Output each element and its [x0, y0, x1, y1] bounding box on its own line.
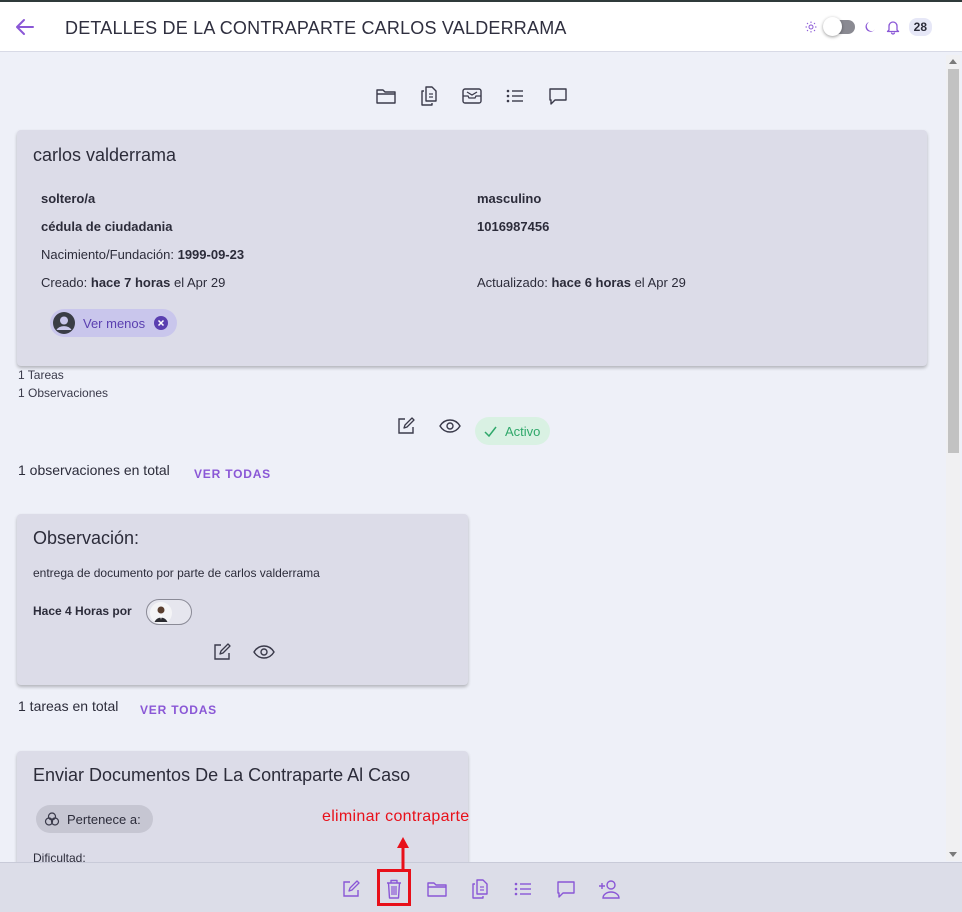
bottom-folder-icon[interactable]	[425, 877, 449, 901]
annotation-arrow-icon	[394, 834, 412, 870]
observation-body: entrega de documento por parte de carlos…	[33, 566, 320, 580]
birth-label: Nacimiento/Fundación:	[41, 247, 174, 262]
created-label: Creado:	[41, 275, 88, 290]
tasks-see-all-link[interactable]: VER TODAS	[140, 703, 217, 717]
scroll-down-arrow-icon[interactable]	[949, 852, 957, 857]
comment-icon[interactable]	[546, 84, 570, 108]
add-user-icon[interactable]	[597, 877, 621, 901]
status-badge: Activo	[475, 417, 551, 445]
counterpart-card: carlos valderrama soltero/a masculino cé…	[17, 130, 927, 366]
user-avatar-icon	[53, 312, 75, 334]
counterpart-name: carlos valderrama	[33, 145, 177, 165]
bottom-documents-icon[interactable]	[468, 877, 492, 901]
belongs-to-chip[interactable]: Pertenece a:	[36, 805, 153, 833]
theme-toggle-knob	[822, 17, 842, 36]
bottom-list-icon[interactable]	[511, 877, 535, 901]
observations-count: 1 Observaciones	[18, 386, 109, 400]
annotation-label: eliminar contraparte	[322, 808, 470, 825]
scroll-thumb[interactable]	[948, 69, 959, 453]
circles-icon	[44, 811, 60, 827]
theme-toggle[interactable]	[822, 17, 855, 36]
moon-icon	[863, 20, 877, 34]
tasks-count: 1 Tareas	[18, 368, 64, 382]
edit-icon[interactable]	[394, 414, 418, 438]
check-icon	[484, 426, 497, 437]
notification-count-badge[interactable]: 28	[908, 18, 932, 36]
folder-icon[interactable]	[374, 84, 398, 108]
created-info: Creado: hace 7 horas el Apr 29	[41, 275, 225, 290]
scroll-up-arrow-icon[interactable]	[949, 59, 957, 64]
observations-see-all-link[interactable]: VER TODAS	[194, 467, 271, 481]
belongs-to-label: Pertenece a:	[67, 811, 141, 827]
gender: masculino	[477, 191, 542, 206]
marital-status: soltero/a	[41, 191, 96, 206]
section-nav-icons	[374, 84, 570, 108]
created-date: el Apr 29	[174, 275, 226, 290]
observation-card: Observación: entrega de documento por pa…	[17, 514, 468, 685]
top-bar: DETALLES DE LA CONTRAPARTE CARLOS VALDER…	[0, 0, 962, 52]
observation-actions	[210, 640, 276, 664]
observation-meta: Hace 4 Horas por	[33, 604, 132, 618]
observation-edit-icon[interactable]	[210, 640, 234, 664]
updated-date: el Apr 29	[634, 275, 686, 290]
ver-menos-chip[interactable]: Ver menos	[50, 309, 178, 337]
birth-date: 1999-09-23	[177, 247, 245, 262]
close-circle-icon[interactable]	[154, 316, 169, 330]
eye-icon[interactable]	[438, 414, 462, 438]
task-title: Enviar Documentos De La Contraparte Al C…	[33, 765, 411, 785]
observations-total: 1 observaciones en total	[18, 462, 170, 478]
documents-icon[interactable]	[417, 84, 441, 108]
observation-eye-icon[interactable]	[252, 640, 276, 664]
updated-info: Actualizado: hace 6 horas el Apr 29	[477, 275, 686, 290]
status-label: Activo	[505, 423, 541, 439]
sun-icon	[805, 21, 817, 33]
list-icon[interactable]	[503, 84, 527, 108]
vertical-scrollbar[interactable]	[946, 55, 960, 861]
document-number: 1016987456	[477, 219, 550, 234]
bottom-comment-icon[interactable]	[554, 877, 578, 901]
inbox-icon[interactable]	[460, 84, 484, 108]
birth-info: Nacimiento/Fundación: 1999-09-23	[41, 247, 244, 262]
document-type: cédula de ciudadania	[41, 219, 173, 234]
ver-menos-label: Ver menos	[83, 315, 146, 331]
bottom-edit-icon[interactable]	[339, 877, 363, 901]
tasks-total: 1 tareas en total	[18, 698, 119, 714]
bell-icon[interactable]	[885, 19, 901, 35]
back-arrow-icon[interactable]	[14, 16, 36, 38]
bottom-action-bar	[0, 862, 962, 912]
header-controls: 28	[805, 17, 932, 36]
author-chip[interactable]	[146, 599, 192, 625]
created-relative: hace 7 horas	[90, 275, 171, 290]
counterpart-actions	[394, 414, 462, 438]
observation-title: Observación:	[33, 528, 140, 548]
annotation-highlight-box	[377, 869, 411, 906]
updated-relative: hace 6 horas	[551, 275, 631, 290]
updated-label: Actualizado:	[477, 275, 548, 290]
author-avatar	[150, 602, 191, 624]
page-title: DETALLES DE LA CONTRAPARTE CARLOS VALDER…	[65, 18, 567, 38]
